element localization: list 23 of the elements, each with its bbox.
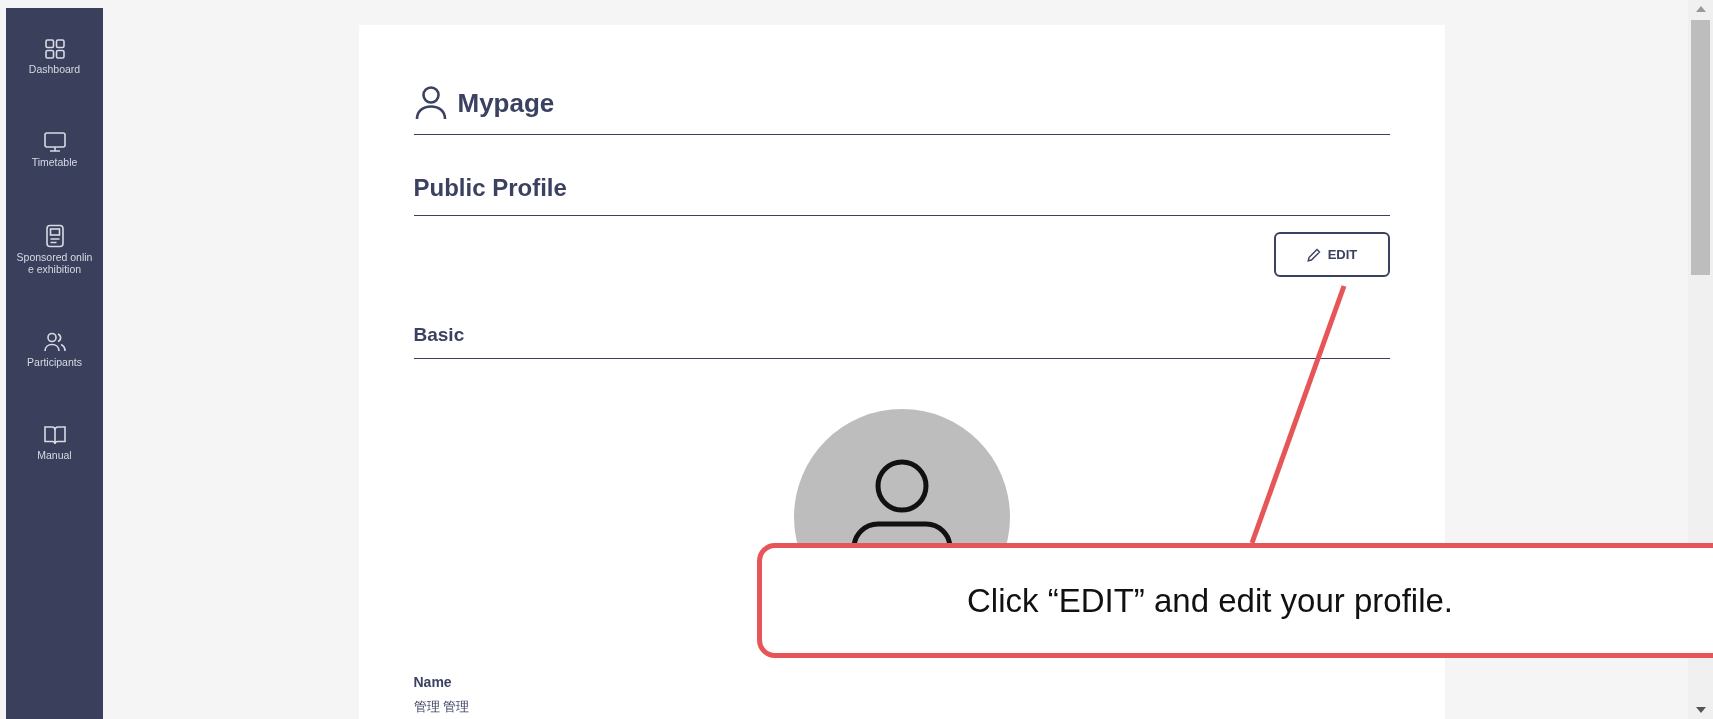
sidebar-item[interactable]: Participants xyxy=(7,331,102,368)
monitor-icon xyxy=(42,131,67,153)
field-label: Name xyxy=(413,674,453,690)
field-value: 管理 管理 xyxy=(413,698,471,716)
kiosk-icon xyxy=(44,224,65,248)
scroll-up-icon xyxy=(1695,6,1706,12)
scroll-down-icon xyxy=(1695,707,1706,713)
subsection-heading: Basic xyxy=(413,323,466,347)
callout-text: Click “EDIT” and edit your profile. xyxy=(967,581,1453,620)
sidebar-item[interactable]: Dashboard xyxy=(7,38,102,75)
sidebar-item[interactable]: Manual xyxy=(7,424,102,461)
avatar-icon xyxy=(793,409,1010,543)
book-icon xyxy=(42,424,67,446)
scrollbar-thumb[interactable] xyxy=(1691,20,1710,275)
user-icon xyxy=(413,85,448,121)
edit-button[interactable]: EDIT xyxy=(1273,232,1390,277)
grid-icon xyxy=(43,38,66,60)
page-title: Mypage xyxy=(457,87,555,119)
sidebar-item[interactable]: Timetable xyxy=(7,131,102,168)
sidebar-item[interactable]: Sponsored onlin e exhibition xyxy=(7,224,102,275)
pencil-icon xyxy=(1305,246,1322,263)
section-heading: Public Profile xyxy=(413,173,568,203)
people-icon xyxy=(42,331,67,353)
